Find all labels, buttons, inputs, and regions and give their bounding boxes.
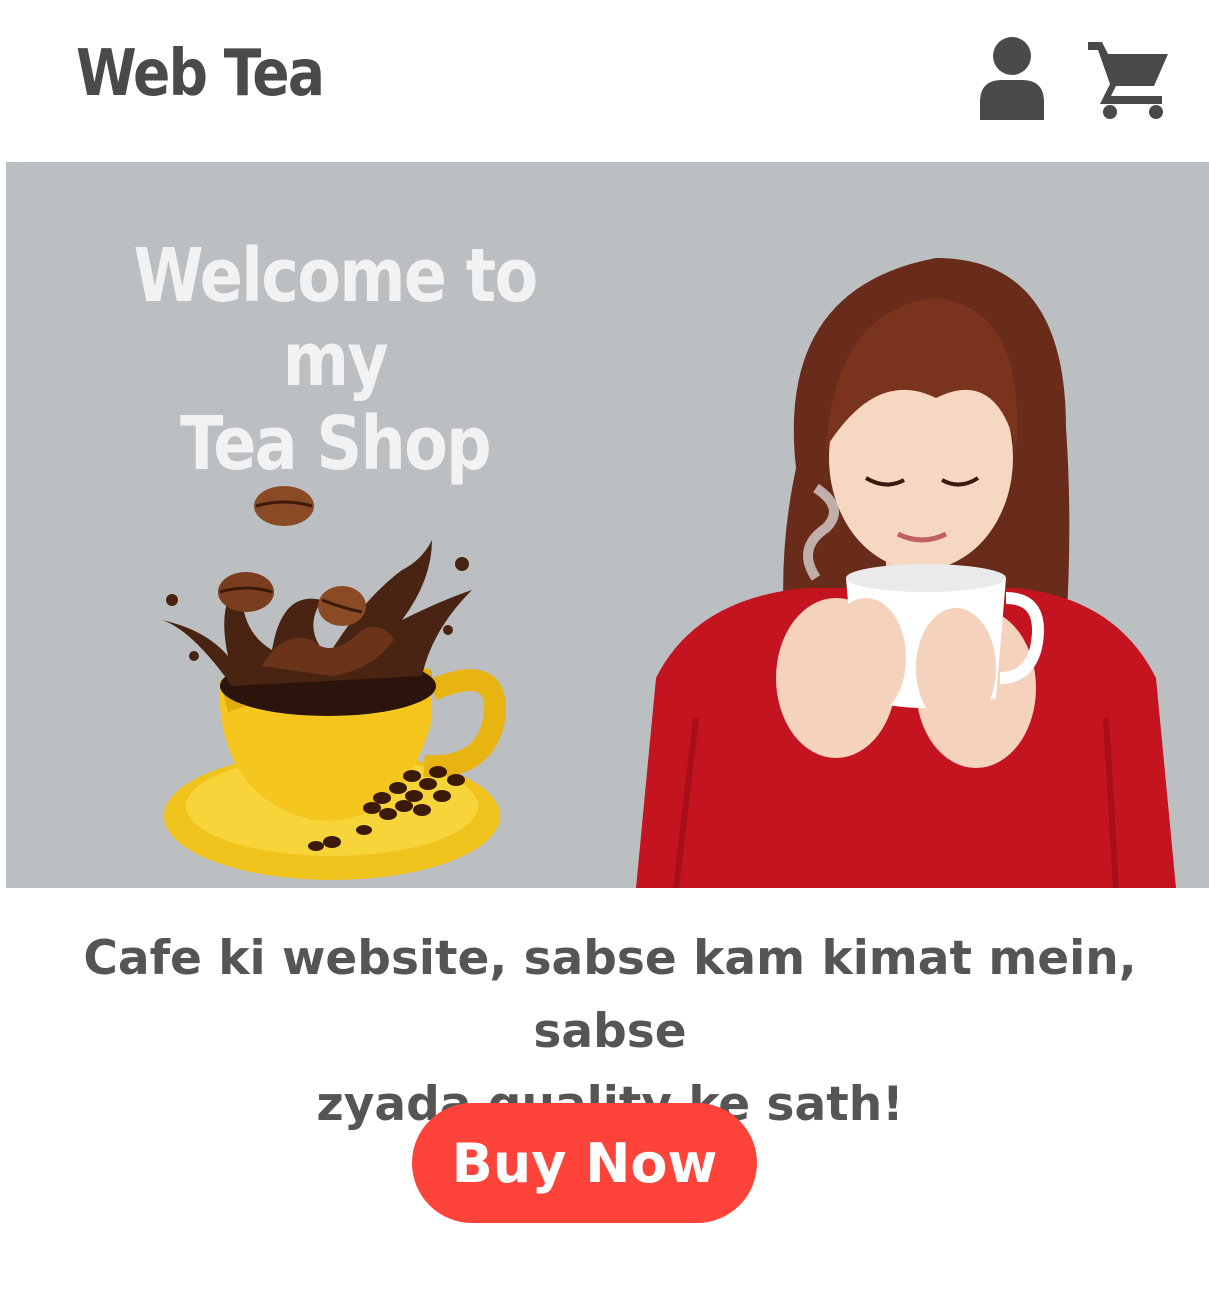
- site-header: Web Tea: [0, 0, 1209, 162]
- tagline-line1: Cafe ki website, sabse kam kimat mein, s…: [83, 931, 1137, 1059]
- user-icon[interactable]: [978, 36, 1046, 120]
- site-logo[interactable]: Web Tea: [76, 42, 325, 106]
- hero-title-line1: Welcome to my: [133, 233, 539, 403]
- coffee-cup-image: [162, 486, 506, 880]
- hero-title-line2: Tea Shop: [180, 401, 492, 487]
- buy-now-button[interactable]: Buy Now: [412, 1103, 757, 1223]
- hero-title: Welcome to my Tea Shop: [107, 234, 563, 486]
- woman-with-mug-image: [636, 258, 1176, 888]
- hero-banner: Welcome to my Tea Shop: [6, 162, 1209, 888]
- cart-icon[interactable]: [1086, 36, 1170, 120]
